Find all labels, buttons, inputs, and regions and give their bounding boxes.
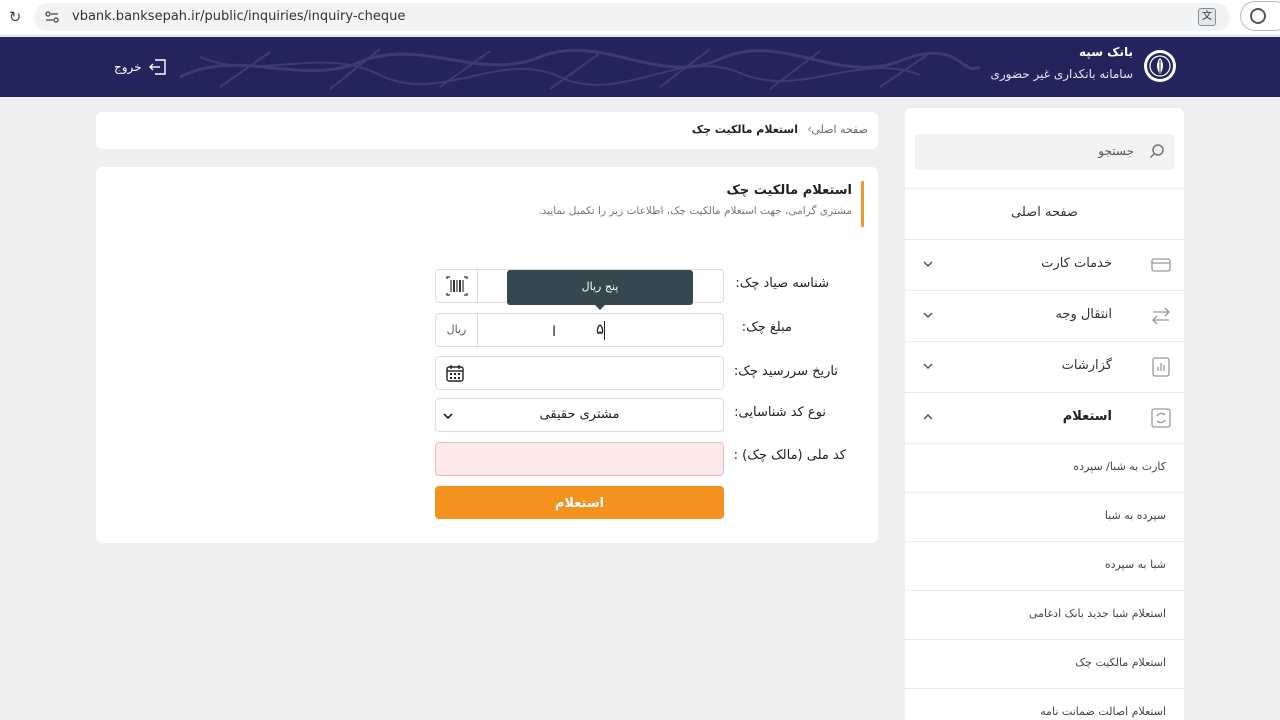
sidebar-item-label: انتقال وجه: [1055, 307, 1112, 322]
site-header: خروج بانک سپه سامانه بانکداری غیر حضوری: [0, 37, 1280, 97]
transfer-icon: [1152, 307, 1170, 325]
sidebar-item-inquiry[interactable]: استعلام: [905, 392, 1184, 443]
submit-label: استعلام: [554, 495, 605, 511]
id-type-value: مشتری حقیقی: [539, 407, 620, 422]
logout-button[interactable]: خروج: [114, 57, 168, 77]
submenu-item-label: استعلام مالکیت چک: [1075, 656, 1166, 669]
search-icon: [1149, 144, 1164, 159]
sidebar-search-input[interactable]: جستجو: [915, 134, 1174, 170]
chevron-down-icon: [923, 312, 933, 319]
text-cursor-icon: I: [552, 324, 557, 340]
submenu-item-cheque-ownership[interactable]: استعلام مالکیت چک: [905, 639, 1184, 688]
calendar-icon[interactable]: [445, 363, 465, 383]
national-code-input[interactable]: [435, 442, 724, 476]
inquiry-icon: [1151, 408, 1171, 428]
barcode-icon: [446, 276, 468, 296]
tooltip-arrow: [595, 305, 605, 310]
page-subtitle: مشتری گرامی، جهت استعلام مالکیت چک، اطلا…: [538, 205, 852, 217]
barcode-scan-button[interactable]: [436, 270, 478, 302]
logout-label: خروج: [114, 60, 142, 74]
sidebar-item-label: استعلام: [1062, 409, 1112, 424]
chevron-down-icon: [923, 261, 933, 268]
inquiry-submit-button[interactable]: استعلام: [435, 486, 724, 519]
submenu-item-label: شبا به سپرده: [1104, 558, 1166, 571]
amount-label: مبلغ چک:: [741, 320, 792, 335]
sidebar-item-card-services[interactable]: خدمات کارت: [905, 239, 1184, 290]
sidebar: جستجو صفحه اصلی خدمات کارت انتقال وجه گز…: [905, 108, 1184, 720]
id-type-label: نوع کد شناسایی:: [734, 405, 826, 420]
chevron-up-icon: [923, 413, 933, 420]
title-accent-bar: [861, 181, 864, 227]
profile-icon: [1250, 8, 1266, 24]
submenu-item-label: استعلام اصالت ضمانت نامه: [1040, 705, 1166, 718]
amount-value: ۵: [596, 320, 605, 338]
sidebar-item-label: صفحه اصلی: [1011, 205, 1078, 220]
breadcrumb-home[interactable]: صفحه اصلی: [811, 123, 868, 136]
card-icon: [1151, 258, 1171, 272]
logout-icon: [148, 59, 166, 75]
submenu-item-merged-bank-sheba[interactable]: استعلام شبا جدید بانک ادغامی: [905, 590, 1184, 639]
calligraphy-pattern: [180, 48, 980, 90]
browser-toolbar: ↻ vbank.banksepah.ir/public/inquiries/in…: [0, 0, 1280, 36]
chevron-down-icon: [923, 363, 933, 370]
translate-icon[interactable]: 文: [1198, 8, 1216, 26]
currency-unit: ریال: [436, 314, 478, 346]
sidebar-item-label: گزارشات: [1061, 358, 1112, 373]
address-bar[interactable]: vbank.banksepah.ir/public/inquiries/inqu…: [34, 3, 1230, 31]
submenu-item-guarantee-authenticity[interactable]: استعلام اصالت ضمانت نامه: [905, 688, 1184, 720]
tooltip-text: پنج ریال: [581, 280, 619, 293]
amount-words-tooltip: پنج ریال: [507, 270, 693, 310]
profile-button[interactable]: [1240, 1, 1280, 31]
sidebar-item-home[interactable]: صفحه اصلی: [905, 188, 1184, 239]
breadcrumb-chevron-icon: ‹: [807, 122, 812, 136]
due-date-input[interactable]: [435, 356, 724, 390]
national-code-label: کد ملی (مالک چک) :: [733, 448, 846, 463]
submenu-item-label: کارت به شبا/ سپرده: [1073, 460, 1166, 473]
due-date-label: تاریخ سررسید چک:: [733, 364, 838, 379]
input-caret: [604, 321, 605, 340]
url-text[interactable]: vbank.banksepah.ir/public/inquiries/inqu…: [72, 9, 405, 24]
site-info-icon[interactable]: [44, 9, 60, 25]
breadcrumb: صفحه اصلی ‹ استعلام مالکیت چک: [96, 112, 878, 149]
sidebar-item-label: خدمات کارت: [1041, 256, 1112, 271]
chevron-down-icon: [443, 413, 453, 420]
report-icon: [1152, 357, 1170, 377]
sidebar-item-reports[interactable]: گزارشات: [905, 341, 1184, 392]
bank-name: بانک سپه: [1079, 45, 1133, 59]
submenu-item-card-to-sheba[interactable]: کارت به شبا/ سپرده: [905, 443, 1184, 492]
sidebar-item-transfer[interactable]: انتقال وجه: [905, 290, 1184, 341]
amount-input[interactable]: ریال I ۵: [435, 313, 724, 347]
breadcrumb-current: استعلام مالکیت چک: [691, 123, 798, 136]
page-title: استعلام مالکیت چک: [726, 183, 852, 198]
sayad-id-label: شناسه صیاد چک:: [735, 276, 829, 291]
submenu-item-label: سپرده به شبا: [1104, 509, 1166, 522]
search-placeholder: جستجو: [1098, 144, 1134, 158]
reload-icon[interactable]: ↻: [6, 8, 24, 26]
submenu-item-label: استعلام شبا جدید بانک ادغامی: [1029, 607, 1166, 620]
system-name: سامانه بانکداری غیر حضوری: [990, 67, 1133, 81]
id-type-select[interactable]: مشتری حقیقی: [435, 398, 724, 432]
submenu-item-sheba-to-deposit[interactable]: شبا به سپرده: [905, 541, 1184, 590]
bank-logo-icon[interactable]: [1142, 47, 1178, 85]
submenu-item-deposit-to-sheba[interactable]: سپرده به شبا: [905, 492, 1184, 541]
